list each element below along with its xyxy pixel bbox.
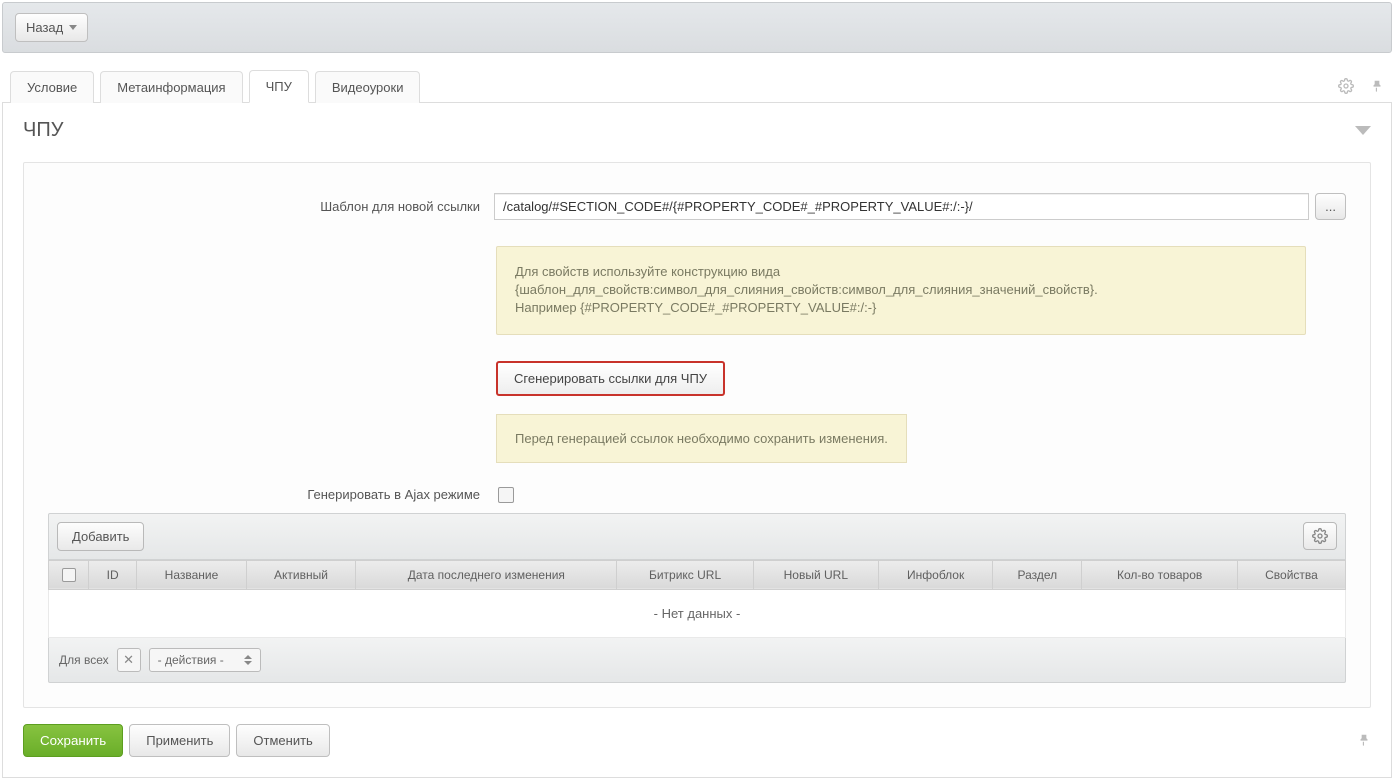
grid-settings-button[interactable] <box>1303 522 1337 550</box>
caret-down-icon <box>69 25 77 30</box>
column-header[interactable]: Раздел <box>993 560 1082 589</box>
panel-header: ЧПУ <box>23 119 1371 142</box>
template-label: Шаблон для новой ссылки <box>48 199 488 214</box>
grid-toolbar: Добавить <box>48 513 1346 560</box>
generate-row: Сгенерировать ссылки для ЧПУ <box>496 361 1346 396</box>
select-all-checkbox[interactable] <box>62 568 76 582</box>
ajax-row: Генерировать в Ajax режиме <box>48 487 1346 503</box>
back-button-label: Назад <box>26 20 63 35</box>
ajax-label: Генерировать в Ajax режиме <box>48 487 488 502</box>
column-header[interactable]: Активный <box>246 560 356 589</box>
header-checkbox[interactable] <box>49 560 89 589</box>
bottom-actions: Сохранить Применить Отменить <box>23 708 1371 757</box>
ajax-checkbox[interactable] <box>498 487 514 503</box>
help-line: Например {#PROPERTY_CODE#_#PROPERTY_VALU… <box>515 299 1287 317</box>
generate-button[interactable]: Сгенерировать ссылки для ЧПУ <box>496 361 725 396</box>
warn-block: Перед генерацией ссылок необходимо сохра… <box>496 414 907 463</box>
column-header[interactable]: Название <box>137 560 246 589</box>
for-all-link[interactable]: Для всех <box>59 653 109 667</box>
column-header[interactable]: Новый URL <box>753 560 878 589</box>
column-header[interactable]: Кол-во товаров <box>1082 560 1238 589</box>
clear-selection-button[interactable]: ✕ <box>117 648 141 672</box>
add-button[interactable]: Добавить <box>57 522 144 551</box>
tab-video[interactable]: Видеоуроки <box>315 71 421 103</box>
data-grid: ID Название Активный Дата последнего изм… <box>48 560 1346 638</box>
top-bar: Назад <box>2 2 1392 53</box>
pin-icon[interactable] <box>1357 732 1371 748</box>
template-row: Шаблон для новой ссылки ... <box>48 193 1346 220</box>
save-button[interactable]: Сохранить <box>23 724 123 757</box>
column-header[interactable]: Свойства <box>1237 560 1345 589</box>
tab-condition[interactable]: Условие <box>10 71 94 103</box>
warn-wrap: Перед генерацией ссылок необходимо сохра… <box>496 414 1346 463</box>
cancel-button[interactable]: Отменить <box>236 724 329 757</box>
updown-icon <box>244 655 252 665</box>
template-ellipsis-button[interactable]: ... <box>1315 193 1346 220</box>
column-header[interactable]: Инфоблок <box>878 560 993 589</box>
grid-footer: Для всех ✕ - действия - <box>48 638 1346 683</box>
actions-select-label: - действия - <box>158 653 224 667</box>
apply-button[interactable]: Применить <box>129 724 230 757</box>
help-block: Для свойств используйте конструкцию вида… <box>496 246 1306 335</box>
panel-title: ЧПУ <box>23 119 63 142</box>
gear-icon[interactable] <box>1338 78 1354 94</box>
template-input[interactable] <box>494 193 1309 220</box>
column-header[interactable]: Битрикс URL <box>617 560 753 589</box>
form-area: Шаблон для новой ссылки ... Для свойств … <box>23 162 1371 708</box>
pin-icon[interactable] <box>1370 78 1384 94</box>
collapse-icon[interactable] <box>1355 126 1371 135</box>
back-button[interactable]: Назад <box>15 13 88 42</box>
tabs: Условие Метаинформация ЧПУ Видеоуроки <box>2 55 1392 103</box>
empty-row: - Нет данных - <box>49 589 1346 637</box>
help-line: Для свойств используйте конструкцию вида <box>515 263 1287 281</box>
tab-meta[interactable]: Метаинформация <box>100 71 242 103</box>
actions-select[interactable]: - действия - <box>149 648 261 672</box>
help-line: {шаблон_для_свойств:символ_для_слияния_с… <box>515 281 1287 299</box>
tab-sef[interactable]: ЧПУ <box>249 70 309 103</box>
column-header[interactable]: ID <box>89 560 137 589</box>
column-header[interactable]: Дата последнего изменения <box>356 560 617 589</box>
panel: ЧПУ Шаблон для новой ссылки ... Для свой… <box>2 103 1392 778</box>
